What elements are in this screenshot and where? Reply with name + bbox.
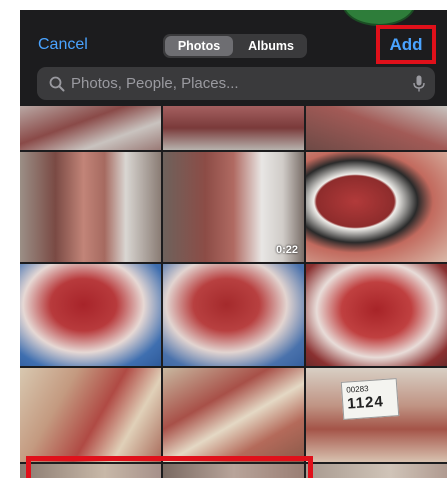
photo-thumbnail[interactable] xyxy=(306,464,447,478)
photo-thumbnail[interactable] xyxy=(20,152,161,262)
green-indicator xyxy=(342,10,416,26)
photo-thumbnail[interactable] xyxy=(306,106,447,150)
search-bar[interactable] xyxy=(37,67,435,100)
tab-albums[interactable]: Albums xyxy=(237,36,305,56)
photo-thumbnail[interactable] xyxy=(306,152,447,262)
photo-thumbnail[interactable] xyxy=(163,368,304,462)
microphone-icon[interactable] xyxy=(413,75,425,92)
search-input[interactable] xyxy=(71,67,391,100)
video-thumbnail[interactable]: 0:22 xyxy=(163,152,304,262)
photo-thumbnail[interactable] xyxy=(20,464,161,478)
price-tag: 00283 1124 xyxy=(340,378,400,420)
photo-thumbnail[interactable] xyxy=(163,106,304,150)
photo-thumbnail[interactable]: 00283 1124 xyxy=(306,368,447,462)
photo-thumbnail[interactable] xyxy=(163,264,304,366)
photo-thumbnail[interactable] xyxy=(163,464,304,478)
add-button[interactable]: Add xyxy=(376,25,436,64)
photo-picker: Cancel Photos Albums Add 0:22 xyxy=(20,10,447,478)
photo-thumbnail[interactable] xyxy=(20,368,161,462)
video-duration: 0:22 xyxy=(275,244,298,256)
photo-thumbnail[interactable] xyxy=(20,264,161,366)
tab-photos[interactable]: Photos xyxy=(165,36,233,56)
search-icon xyxy=(49,76,65,92)
photo-grid: 0:22 00283 1124 xyxy=(20,106,447,478)
cancel-button[interactable]: Cancel xyxy=(38,36,88,54)
photo-thumbnail[interactable] xyxy=(306,264,447,366)
photo-thumbnail[interactable] xyxy=(20,106,161,150)
segmented-control: Photos Albums xyxy=(163,34,307,58)
